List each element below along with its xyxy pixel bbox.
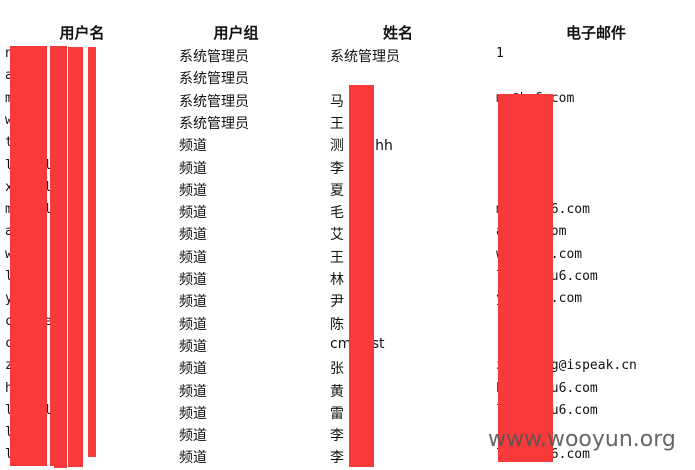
- table-row: a 系统管理员: [0, 68, 695, 90]
- table-row: c g_del频道陈: [0, 314, 695, 336]
- cell-name: 雷: [330, 405, 344, 422]
- cell-usergroup: 频道: [179, 428, 207, 445]
- table-row: n 系统管理员 系统管理员 1: [0, 46, 695, 68]
- cell-usergroup: 频道: [179, 294, 207, 311]
- cell-usergroup: 系统管理员: [179, 71, 249, 88]
- cell-name: 夏: [330, 182, 344, 199]
- cell-usergroup: 频道: [179, 182, 207, 199]
- cell-usergroup: 频道: [179, 272, 207, 288]
- header-username: 用户名: [59, 24, 105, 42]
- cell-name: 毛: [330, 205, 344, 222]
- table-row: w g i系统管理员王 高: [0, 113, 695, 135]
- cell-usergroup: 频道: [179, 361, 207, 378]
- cell-name: 黄: [330, 383, 344, 400]
- cell-usergroup: 系统管理员: [179, 93, 249, 110]
- table-row: x _del频道夏: [0, 180, 695, 202]
- header-usergroup: 用户组: [213, 24, 259, 42]
- table-row: l _del频道雷 l hui@ku6.com: [0, 403, 695, 425]
- redaction-block: [88, 47, 96, 457]
- table-row: y n频道尹 y n@ku6.com: [0, 291, 695, 313]
- cell-usergroup: 频道: [179, 249, 207, 266]
- cell-name: 系统管理员: [330, 49, 400, 65]
- table-row: c t频道cms est: [0, 336, 695, 358]
- header-email: 电子邮件: [565, 24, 627, 42]
- redaction-block: [498, 94, 553, 462]
- cell-usergroup: 频道: [179, 405, 207, 422]
- cell-usergroup: 频道: [179, 227, 207, 244]
- redaction-block: [77, 47, 83, 465]
- table-row: a e频道艾 a ku6.com: [0, 224, 695, 246]
- redaction-block: [349, 85, 374, 467]
- cell-usergroup: 频道: [179, 138, 207, 155]
- cell-name: 王: [330, 249, 344, 266]
- table-row: l _del频道李 明: [0, 158, 695, 180]
- table-row: t ()频道测 hhhhh: [0, 135, 695, 157]
- redaction-block: [10, 46, 47, 466]
- cell-name: 李: [330, 450, 344, 467]
- table-row: l g频道林 l g01@ku6.com: [0, 269, 695, 291]
- cell-usergroup: 频道: [179, 160, 207, 177]
- cell-name: 林: [330, 272, 344, 288]
- cell-usergroup: 系统管理员: [179, 115, 249, 132]
- cell-usergroup: 频道: [179, 316, 207, 333]
- header-name: 姓名: [382, 24, 414, 42]
- redaction-block: [54, 46, 67, 468]
- watermark: www.wooyun.org: [488, 427, 676, 452]
- cell-name: 李: [330, 428, 344, 445]
- cell-usergroup: 频道: [179, 205, 207, 222]
- table-row: m _del频道毛 m iu@ku6.com: [0, 202, 695, 224]
- cell-usergroup: 频道: [179, 450, 207, 467]
- cell-email: 1: [496, 46, 504, 61]
- cell-name: 艾: [330, 227, 344, 244]
- table-row: w o频道王 w o@ku6.com: [0, 247, 695, 269]
- cell-name: 张: [330, 361, 344, 378]
- table-row: m u系统管理员马 军m @ku6.com: [0, 91, 695, 113]
- table-row: h eu频道黄 h eng@ku6.com: [0, 381, 695, 403]
- cell-usergroup: 频道: [179, 338, 207, 355]
- cell-name: 陈: [330, 316, 344, 333]
- cell-usergroup: 系统管理员: [179, 49, 249, 65]
- table-row: z ing频道张 z aoting@ispeak.cn: [0, 358, 695, 380]
- cell-usergroup: 频道: [179, 383, 207, 400]
- cell-name: 尹: [330, 294, 344, 311]
